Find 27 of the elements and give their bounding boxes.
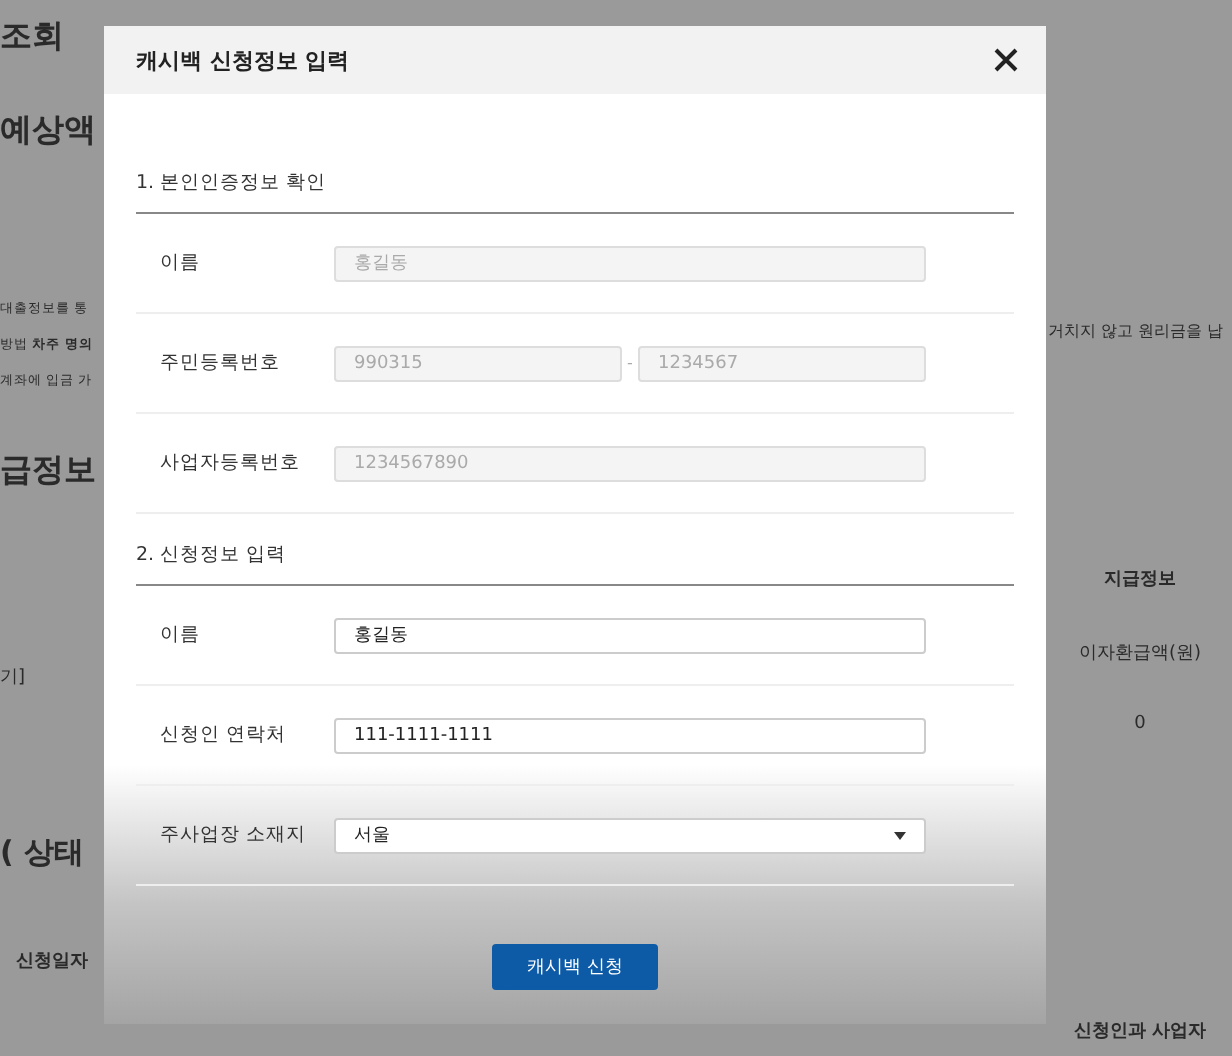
column-header: 신청인과 사업자 [1073, 1020, 1207, 1044]
table-cell-text: 기] [0, 666, 26, 690]
field-label: 주사업장 소재지 [158, 822, 309, 848]
section-heading: 예상액 [0, 110, 96, 152]
caret-icon [894, 831, 906, 839]
field-label: 이름 [158, 622, 202, 648]
table-cell: 0 [1134, 714, 1146, 734]
section-title: 1. 본인인증정보 확인 [136, 170, 1014, 214]
separator-text: - [625, 354, 635, 372]
submit-button[interactable]: 캐시백 신청 [492, 944, 658, 990]
column-header: 지급정보 [1104, 568, 1176, 592]
section-title: 2. 신청정보 입력 [136, 542, 1014, 586]
section-heading: 급정보 [0, 450, 96, 492]
dropdown-field[interactable]: 서울 [334, 817, 926, 853]
close-icon[interactable] [994, 48, 1018, 72]
field-label: 신청인 연락처 [158, 722, 289, 748]
notice-text: 거치지 않고 원리금을 납 [1048, 320, 1224, 342]
field-label: 사업자등록번호 [158, 450, 302, 476]
text-field[interactable]: 홍길동 [334, 617, 926, 653]
text-field[interactable]: 111-1111-1111 [334, 717, 926, 753]
column-header: 이자환급액(원) [1078, 642, 1202, 666]
section-heading: ( 상태 [0, 834, 85, 872]
field-label: 주민등록번호 [158, 350, 282, 376]
column-header: 신청일자 [16, 950, 88, 974]
page-title: 조회 [0, 16, 64, 58]
dialog-title: 캐시백 신청정보 입력 [136, 45, 350, 75]
field-label: 이름 [158, 250, 202, 276]
